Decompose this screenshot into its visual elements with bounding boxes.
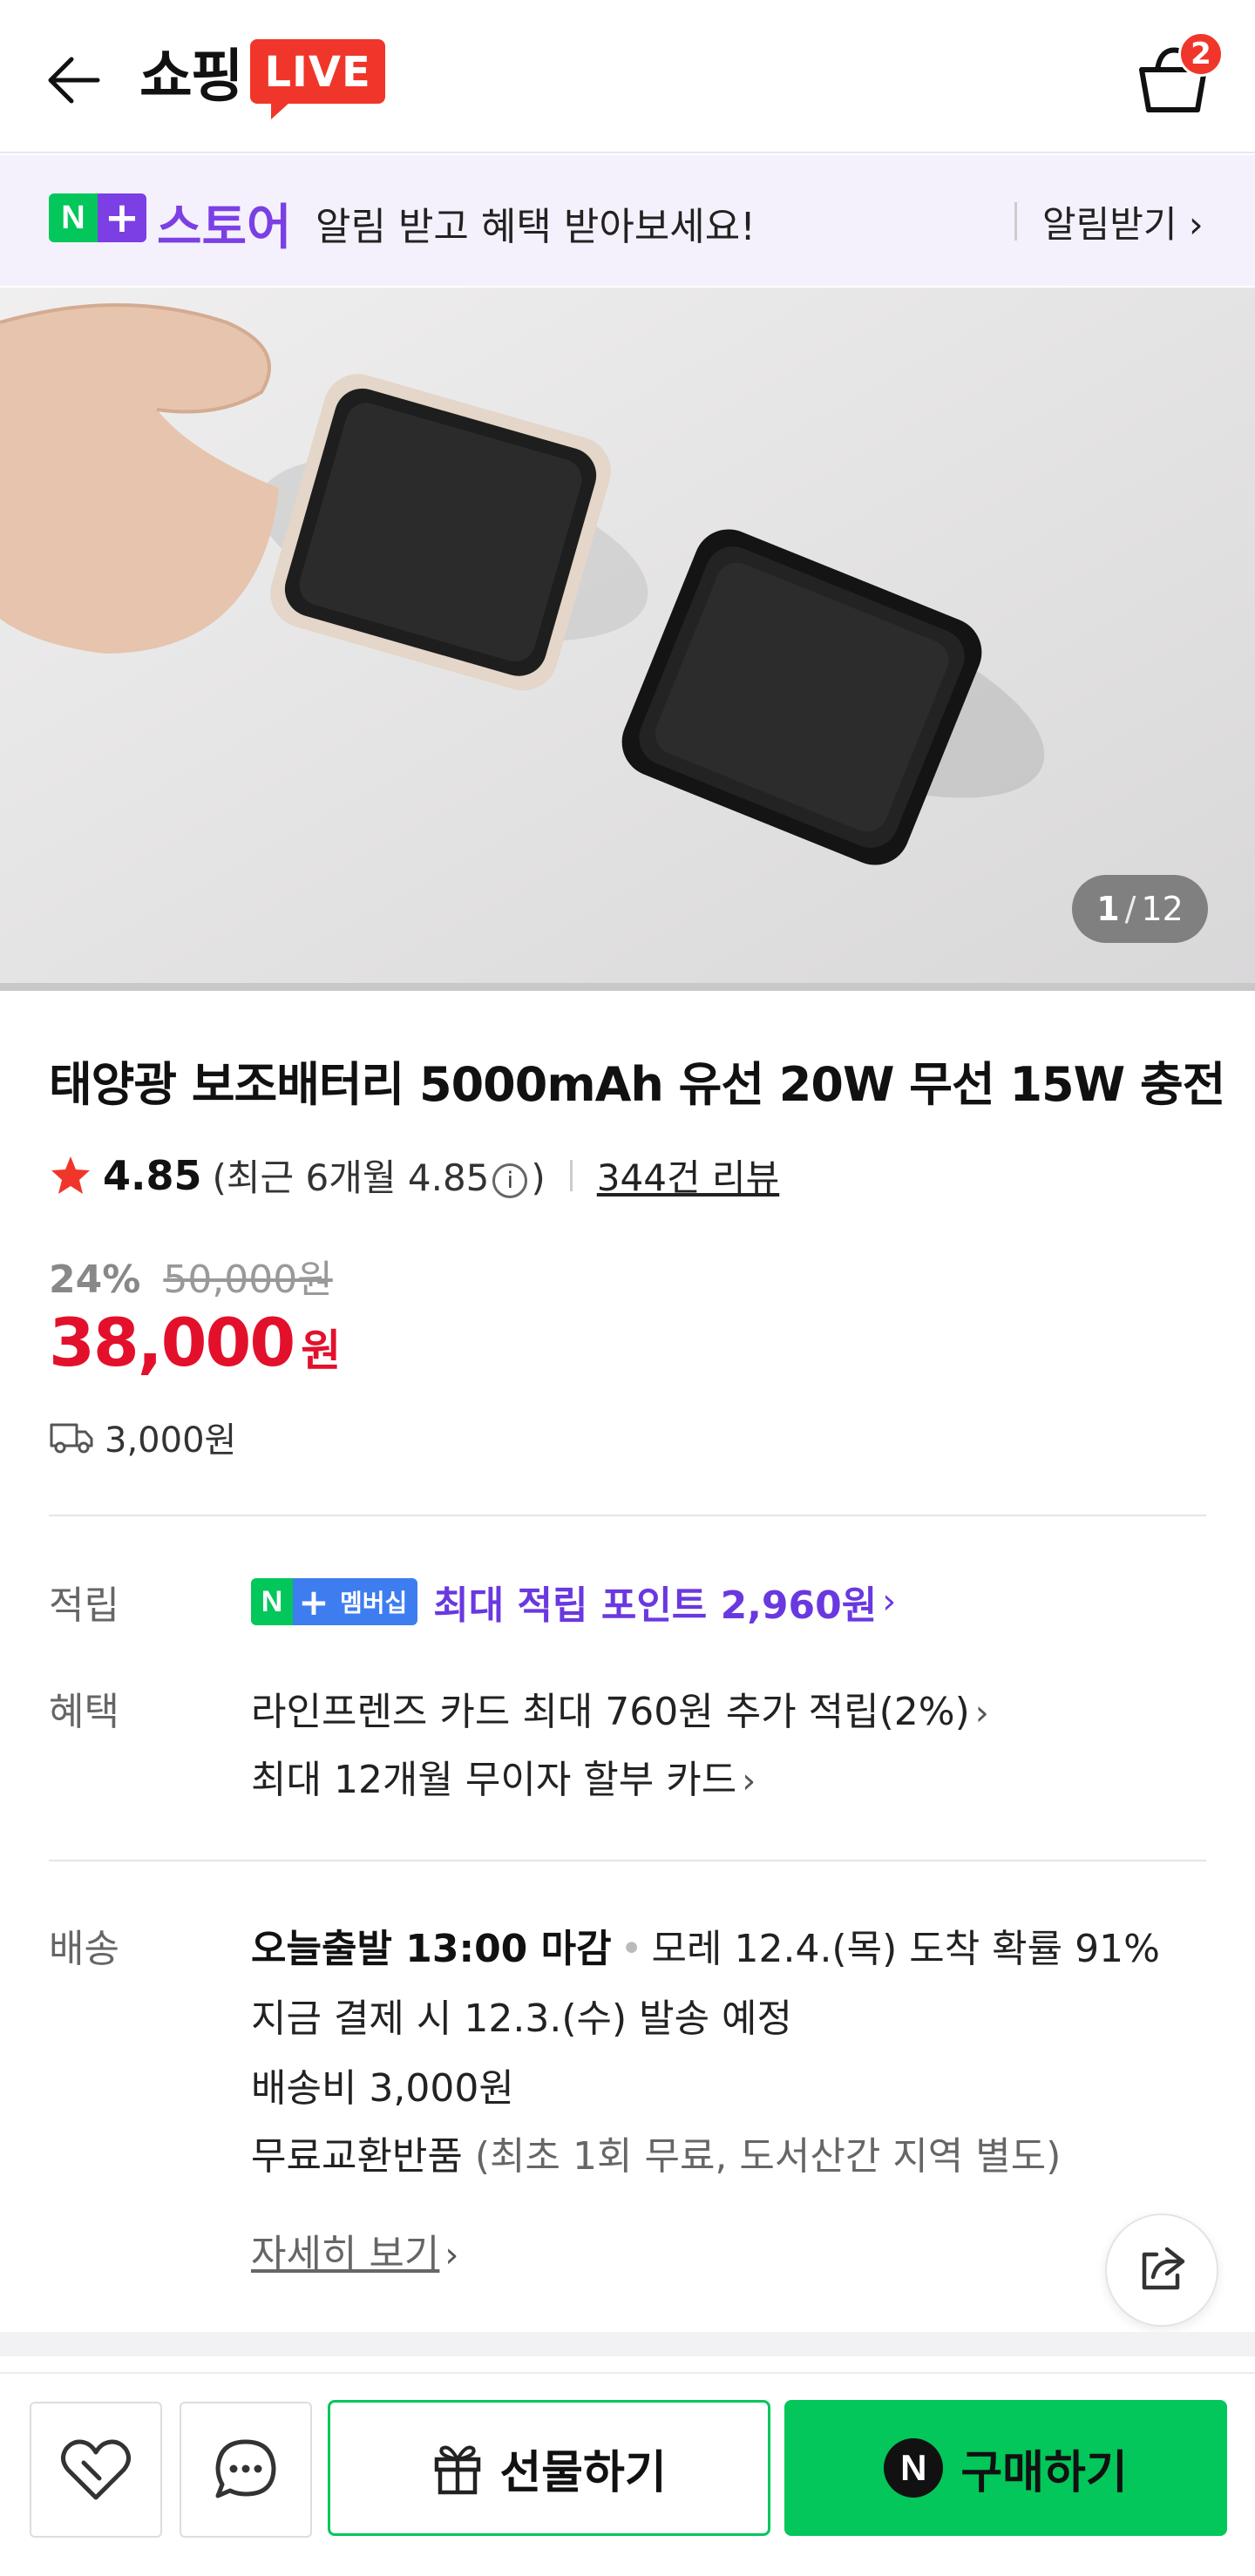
chevron-right-icon: › — [742, 1761, 756, 1801]
store-name: 스토어 — [157, 200, 292, 256]
delivery-label: 배송 — [49, 1927, 119, 1971]
bottom-action-bar: 선물하기 N 구매하기 — [0, 2372, 1255, 2576]
buy-label: 구매하기 — [960, 2446, 1128, 2499]
section-separator — [0, 2332, 1255, 2356]
shipping-fee-row: 3,000원 — [49, 1412, 236, 1462]
divider — [1014, 202, 1017, 241]
wishlist-button[interactable] — [30, 2402, 162, 2538]
card-benefit-link[interactable]: 라인프렌즈 카드 최대 760원 추가 적립(2%) › — [251, 1680, 989, 1736]
info-icon[interactable]: i — [492, 1163, 528, 1198]
plus-logo: + — [293, 1578, 335, 1625]
chevron-right-icon: › — [1188, 203, 1204, 246]
back-button[interactable] — [38, 45, 108, 115]
share-button[interactable] — [1105, 2213, 1218, 2327]
chevron-right-icon: › — [444, 2235, 459, 2275]
points-label: 적립 — [49, 1583, 119, 1628]
rating-value: 4.85 — [103, 1151, 202, 1199]
cutoff-time: 오늘출발 13:00 마감 — [251, 1927, 612, 1971]
cart-count-badge: 2 — [1178, 31, 1224, 77]
divider — [49, 1860, 1206, 1861]
image-progress-bar — [0, 983, 1255, 991]
card-benefit-text: 라인프렌즈 카드 최대 760원 추가 적립(2%) — [251, 1690, 970, 1734]
installment-text: 최대 12개월 무이자 할부 카드 — [251, 1758, 737, 1802]
chat-button[interactable] — [180, 2402, 312, 2538]
back-arrow-icon — [48, 57, 100, 104]
membership-label: 멤버십 — [335, 1578, 418, 1625]
more-details-label: 자세히 보기 — [251, 2232, 440, 2276]
recent-rating-text: (최근 6개월 4.85 — [212, 1156, 490, 1199]
divider — [49, 1515, 1206, 1516]
discount-rate: 24% — [49, 1257, 141, 1302]
gift-icon — [435, 2445, 481, 2495]
installment-link[interactable]: 최대 12개월 무이자 할부 카드 › — [251, 1748, 756, 1804]
store-message: 알림 받고 혜택 받아보세요! — [315, 205, 756, 249]
delivery-fee: 배송비 3,000원 — [251, 2066, 514, 2111]
alarm-label: 알림받기 — [1042, 203, 1177, 246]
price-row: 38,000 원 — [49, 1304, 341, 1381]
top-header: 쇼핑 LIVE 2 — [0, 0, 1255, 153]
free-returns-label: 무료교환반품 — [251, 2134, 463, 2179]
naver-pay-icon: N — [884, 2438, 944, 2498]
max-points-text: 최대 적립 포인트 2,960원 — [433, 1583, 878, 1628]
store-alarm-banner[interactable]: N + 스토어 알림 받고 혜택 받아보세요! 알림받기 › — [0, 155, 1255, 286]
product-photo — [0, 288, 1255, 990]
share-icon — [1142, 2247, 1185, 2290]
divider — [569, 1159, 573, 1191]
product-image-gallery[interactable] — [0, 288, 1255, 990]
n-logo: N — [251, 1578, 293, 1625]
recent-rating[interactable]: (최근 6개월 4.85 i) — [213, 1149, 546, 1202]
benefits-label: 혜택 — [49, 1690, 119, 1734]
rating-row: 4.85 (최근 6개월 4.85 i) 344건 리뷰 — [49, 1149, 779, 1202]
product-title: 태양광 보조배터리 5000mAh 유선 20W 무선 15W 충전 — [49, 1057, 1225, 1112]
n-logo: N — [49, 193, 98, 242]
buy-button[interactable]: N 구매하기 — [784, 2400, 1227, 2536]
arrival-estimate: 모레 12.4.(목) 도착 확률 91% — [651, 1927, 1160, 1971]
shopping-live-logo[interactable]: 쇼핑 LIVE — [139, 30, 385, 119]
delivery-cutoff-row: 오늘출발 13:00 마감 • 모레 12.4.(목) 도착 확률 91% — [251, 1917, 1160, 1973]
returns-note: (최초 1회 무료, 도서산간 지역 별도) — [474, 2134, 1062, 2179]
recent-rating-close: ) — [531, 1156, 546, 1199]
points-link[interactable]: N + 멤버십 최대 적립 포인트 2,960원 › — [251, 1574, 896, 1630]
reviews-link[interactable]: 344건 리뷰 — [597, 1149, 779, 1202]
logo-text: 쇼핑 — [139, 43, 243, 110]
gift-button[interactable]: 선물하기 — [328, 2400, 770, 2536]
dispatch-estimate: 지금 결제 시 12.3.(수) 발송 예정 — [251, 1996, 793, 2041]
currency-unit: 원 — [301, 1325, 342, 1376]
shipping-fee: 3,000원 — [105, 1420, 237, 1461]
more-details-link[interactable]: 자세히 보기 › — [251, 2222, 458, 2278]
sale-price: 38,000 — [49, 1304, 295, 1381]
live-badge: LIVE — [250, 39, 385, 119]
chevron-right-icon: › — [974, 1693, 989, 1733]
returns-row: 무료교환반품 (최초 1회 무료, 도서산간 지역 별도) — [251, 2125, 1061, 2180]
current-image-index: 1 — [1096, 890, 1120, 928]
nplus-store-logo: N + — [49, 193, 146, 242]
gift-label: 선물하기 — [499, 2446, 667, 2499]
nplus-membership-badge: N + 멤버십 — [251, 1578, 418, 1625]
heart-icon — [61, 2439, 131, 2500]
star-icon — [51, 1156, 90, 1194]
counter-separator: / — [1124, 890, 1136, 928]
original-price: 50,000원 — [163, 1257, 333, 1302]
chat-bubble-icon — [215, 2439, 276, 2498]
chevron-right-icon: › — [882, 1582, 897, 1622]
total-images: 12 — [1141, 890, 1184, 928]
delivery-truck-icon — [50, 1423, 93, 1454]
discount-row: 24% 50,000원 — [49, 1248, 333, 1304]
plus-logo: + — [98, 193, 146, 242]
alarm-subscribe-link[interactable]: 알림받기 › — [1042, 195, 1204, 248]
bullet: • — [620, 1927, 643, 1971]
image-counter: 1 / 12 — [1072, 875, 1208, 943]
